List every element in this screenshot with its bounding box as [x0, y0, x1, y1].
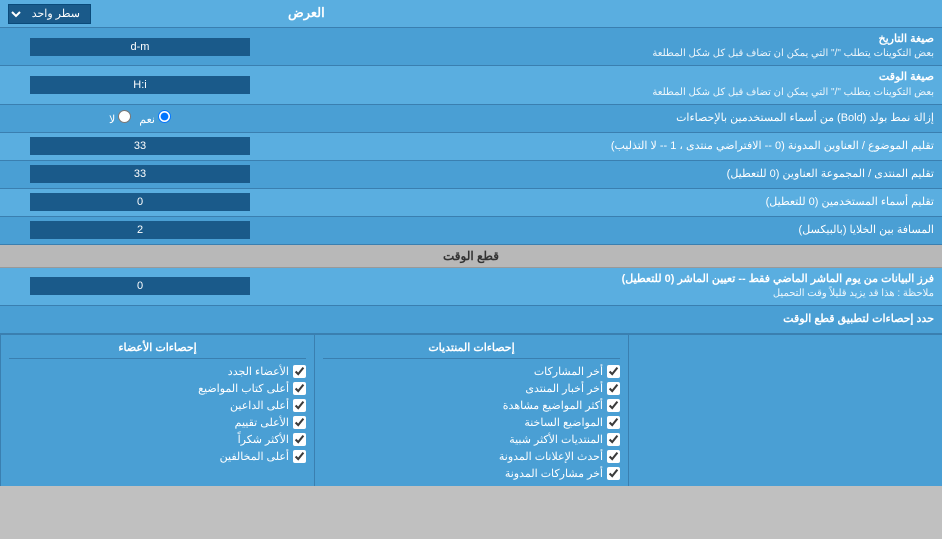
- bold-no-label[interactable]: لا: [109, 110, 131, 126]
- date-input-cell[interactable]: [0, 36, 280, 58]
- subject-input[interactable]: [30, 137, 250, 155]
- forum-row: تقليم المنتدى / المجموعة العناوين (0 للت…: [0, 161, 942, 189]
- time-input-cell[interactable]: [0, 74, 280, 96]
- member-checkbox-item-5[interactable]: الأكثر شكراً: [9, 431, 306, 448]
- time-label: صيغة الوقت بعض التكوينات يتطلب "/" التي …: [280, 66, 942, 103]
- display-select[interactable]: سطر واحد: [8, 4, 91, 24]
- checkbox-1[interactable]: [607, 365, 620, 378]
- time-filter-input-cell[interactable]: [0, 275, 280, 297]
- member-checkbox-item-4[interactable]: الأعلى تقييم: [9, 414, 306, 431]
- gap-label: المسافة بين الخلايا (بالبيكسل): [280, 219, 942, 242]
- checkbox-item-1[interactable]: أخر المشاركات: [323, 363, 620, 380]
- checkbox-7[interactable]: [607, 467, 620, 480]
- empty-col: [628, 335, 942, 486]
- usernames-row: تقليم أسماء المستخدمين (0 للتعطيل): [0, 189, 942, 217]
- member-checkbox-4[interactable]: [293, 416, 306, 429]
- bold-yes-label[interactable]: نعم: [139, 110, 171, 126]
- member-checkbox-5[interactable]: [293, 433, 306, 446]
- forum-input-cell[interactable]: [0, 163, 280, 185]
- date-label: صيغة التاريخ بعض التكوينات يتطلب "/" الت…: [280, 28, 942, 65]
- member-checkbox-item-2[interactable]: أعلى كتاب المواضيع: [9, 380, 306, 397]
- date-input[interactable]: [30, 38, 250, 56]
- checkbox-4[interactable]: [607, 416, 620, 429]
- time-filter-label: فرز البيانات من يوم الماشر الماضي فقط --…: [280, 268, 942, 305]
- member-stats-col: إحصاءات الأعضاء الأعضاء الجدد أعلى كتاب …: [0, 335, 314, 486]
- usernames-input[interactable]: [30, 193, 250, 211]
- time-section-header: قطع الوقت: [0, 245, 942, 268]
- forum-stats-header: إحصاءات المنتديات: [323, 339, 620, 359]
- checkbox-item-6[interactable]: أحدث الإعلانات المدونة: [323, 448, 620, 465]
- checkbox-5[interactable]: [607, 433, 620, 446]
- checkbox-3[interactable]: [607, 399, 620, 412]
- time-input[interactable]: [30, 76, 250, 94]
- dropdown-cell[interactable]: سطر واحد: [0, 2, 280, 26]
- checkbox-item-5[interactable]: المنتديات الأكثر شبية: [323, 431, 620, 448]
- time-filter-input[interactable]: [30, 277, 250, 295]
- member-checkbox-2[interactable]: [293, 382, 306, 395]
- bold-radio-cell[interactable]: نعم لا: [0, 106, 280, 130]
- gap-input-cell[interactable]: [0, 219, 280, 241]
- checkbox-6[interactable]: [607, 450, 620, 463]
- member-checkbox-item-1[interactable]: الأعضاء الجدد: [9, 363, 306, 380]
- bold-no-radio[interactable]: [118, 110, 131, 123]
- time-row: صيغة الوقت بعض التكوينات يتطلب "/" التي …: [0, 66, 942, 104]
- member-checkbox-6[interactable]: [293, 450, 306, 463]
- checkbox-item-3[interactable]: أكثر المواضيع مشاهدة: [323, 397, 620, 414]
- subject-label: تقليم الموضوع / العناوين المدونة (0 -- ا…: [280, 135, 942, 158]
- checkboxes-container: إحصاءات المنتديات أخر المشاركات أخر أخبا…: [0, 334, 942, 486]
- header-row: العرض سطر واحد: [0, 0, 942, 28]
- stats-limit-row: حدد إحصاءات لتطبيق قطع الوقت: [0, 306, 942, 334]
- bold-row: إزالة نمط بولد (Bold) من أسماء المستخدمي…: [0, 105, 942, 133]
- gap-input[interactable]: [30, 221, 250, 239]
- subject-input-cell[interactable]: [0, 135, 280, 157]
- member-checkbox-3[interactable]: [293, 399, 306, 412]
- bold-label: إزالة نمط بولد (Bold) من أسماء المستخدمي…: [280, 107, 942, 130]
- subject-row: تقليم الموضوع / العناوين المدونة (0 -- ا…: [0, 133, 942, 161]
- member-checkbox-item-3[interactable]: أعلى الداعين: [9, 397, 306, 414]
- stats-limit-empty: [0, 318, 280, 322]
- checkbox-2[interactable]: [607, 382, 620, 395]
- bold-radio-group: نعم لا: [101, 108, 179, 128]
- gap-row: المسافة بين الخلايا (بالبيكسل): [0, 217, 942, 245]
- bold-yes-radio[interactable]: [158, 110, 171, 123]
- forum-input[interactable]: [30, 165, 250, 183]
- usernames-input-cell[interactable]: [0, 191, 280, 213]
- date-row: صيغة التاريخ بعض التكوينات يتطلب "/" الت…: [0, 28, 942, 66]
- usernames-label: تقليم أسماء المستخدمين (0 للتعطيل): [280, 191, 942, 214]
- forum-label: تقليم المنتدى / المجموعة العناوين (0 للت…: [280, 163, 942, 186]
- member-checkbox-item-6[interactable]: أعلى المخالفين: [9, 448, 306, 465]
- ardr-label: العرض: [280, 0, 942, 26]
- stats-limit-label: حدد إحصاءات لتطبيق قطع الوقت: [280, 308, 942, 331]
- member-stats-header: إحصاءات الأعضاء: [9, 339, 306, 359]
- checkbox-item-7[interactable]: أخر مشاركات المدونة: [323, 465, 620, 482]
- time-filter-row: فرز البيانات من يوم الماشر الماضي فقط --…: [0, 268, 942, 306]
- checkbox-item-2[interactable]: أخر أخبار المنتدى: [323, 380, 620, 397]
- member-checkbox-1[interactable]: [293, 365, 306, 378]
- forum-stats-col: إحصاءات المنتديات أخر المشاركات أخر أخبا…: [314, 335, 628, 486]
- checkbox-item-4[interactable]: المواضيع الساخنة: [323, 414, 620, 431]
